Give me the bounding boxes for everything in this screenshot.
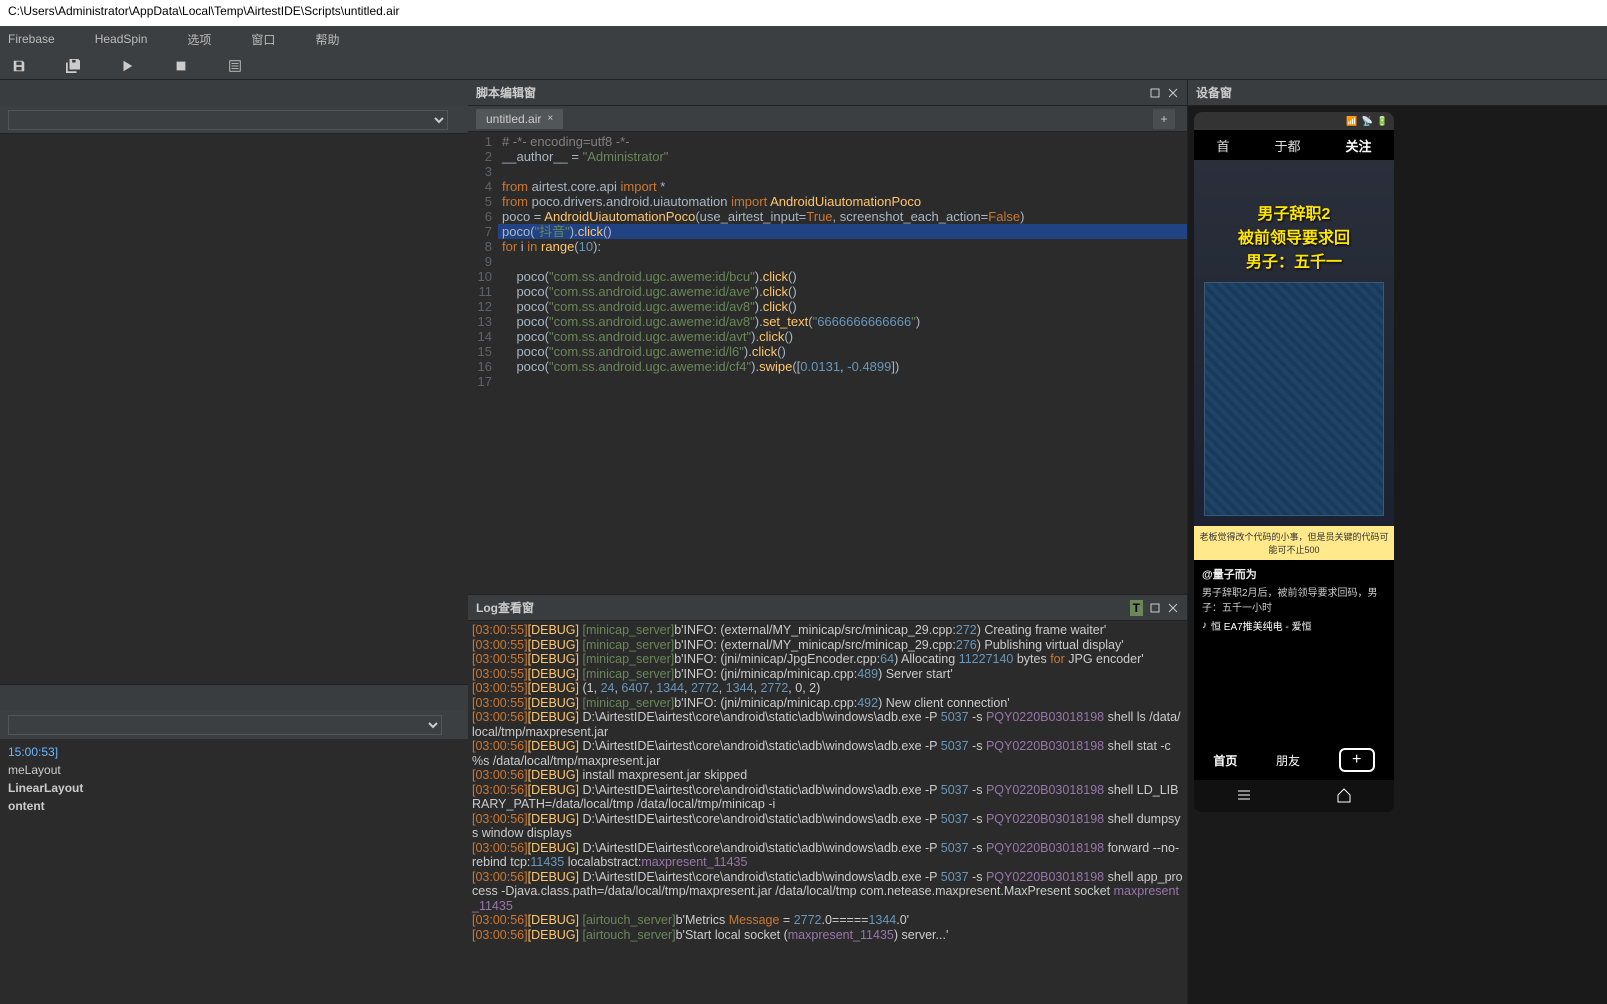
video-music[interactable]: ♪ 恒 EA7推美纯电 - 爱恒 bbox=[1202, 618, 1386, 633]
menu-options[interactable]: 选项 bbox=[187, 31, 211, 48]
log-panel-title: Log查看窗 bbox=[476, 599, 534, 616]
code-editor[interactable]: 1234567891011121314151617 # -*- encoding… bbox=[468, 132, 1187, 594]
phone-screen[interactable]: 📶 📡 🔋 首 于都 关注 男子辞职2 被前领导要求回 男子：五千一 bbox=[1194, 112, 1394, 812]
right-column: 设备窗 📶 📡 🔋 首 于都 关注 男子辞职2 被前领导要求回 bbox=[1187, 80, 1607, 1004]
menubar: Firebase HeadSpin 选项 窗口 帮助 bbox=[0, 26, 1607, 52]
report-icon[interactable] bbox=[228, 59, 242, 73]
stop-icon[interactable] bbox=[174, 59, 188, 73]
editor-tab[interactable]: untitled.air × bbox=[476, 109, 563, 129]
left-column: 15:00:53] meLayout LinearLayout ontent bbox=[0, 80, 468, 1004]
video-description: 男子辞职2月后，被前领导要求回码，男子：五千一小时 bbox=[1202, 584, 1386, 614]
window-titlebar: C:\Users\Administrator\AppData\Local\Tem… bbox=[0, 0, 1607, 26]
tree-node[interactable]: ontent bbox=[0, 797, 468, 815]
restore-icon[interactable] bbox=[1149, 602, 1161, 614]
log-panel-header: Log查看窗 T bbox=[468, 595, 1187, 621]
nav-home[interactable]: 首页 bbox=[1213, 752, 1237, 769]
signal-icon: 📶 bbox=[1346, 116, 1357, 127]
filter-icon[interactable]: T bbox=[1130, 600, 1143, 616]
window-title: C:\Users\Administrator\AppData\Local\Tem… bbox=[8, 4, 399, 18]
tree-timestamp: 15:00:53] bbox=[0, 743, 468, 761]
device-panel-header: 设备窗 bbox=[1188, 80, 1607, 106]
nav-post-button[interactable]: + bbox=[1339, 748, 1375, 772]
music-note-icon: ♪ bbox=[1202, 620, 1207, 631]
save-all-icon[interactable] bbox=[66, 59, 80, 73]
wifi-icon: 📡 bbox=[1362, 116, 1373, 127]
menu-help[interactable]: 帮助 bbox=[315, 31, 339, 48]
left-bottom-header bbox=[0, 685, 468, 711]
tab-follow[interactable]: 关注 bbox=[1345, 136, 1371, 155]
left-top-selector-row bbox=[0, 106, 468, 134]
editor-tabbar: untitled.air × + bbox=[468, 106, 1187, 132]
video-meta: @量子而为 男子辞职2月后，被前领导要求回码，男子：五千一小时 ♪ 恒 EA7推… bbox=[1194, 560, 1394, 639]
tab-close-icon[interactable]: × bbox=[547, 113, 553, 124]
log-panel: Log查看窗 T [03:00:55][DEBUG] [minicap_serv… bbox=[468, 594, 1187, 1004]
log-output[interactable]: [03:00:55][DEBUG] [minicap_server]b'INFO… bbox=[468, 621, 1187, 1004]
phone-bottom-nav: 首页 朋友 + bbox=[1194, 740, 1394, 780]
home-icon[interactable] bbox=[1335, 786, 1353, 807]
tab-label: untitled.air bbox=[486, 112, 541, 126]
video-headline: 男子辞职2 被前领导要求回 男子：五千一 bbox=[1194, 200, 1394, 272]
middle-column: 脚本编辑窗 untitled.air × + 12345678910111213… bbox=[468, 80, 1187, 1004]
device-panel-title: 设备窗 bbox=[1196, 84, 1232, 101]
left-top-header bbox=[0, 80, 468, 106]
close-icon[interactable] bbox=[1167, 602, 1179, 614]
hierarchy-dropdown[interactable] bbox=[8, 715, 442, 735]
video-caption: 老板觉得改个代码的小事，但是员关键的代码可能可不止500 bbox=[1194, 526, 1394, 560]
tree-node[interactable]: meLayout bbox=[0, 761, 468, 779]
toolbar bbox=[0, 52, 1607, 80]
battery-icon: 🔋 bbox=[1377, 116, 1388, 127]
restore-icon[interactable] bbox=[1149, 87, 1161, 99]
video-area[interactable]: 男子辞职2 被前领导要求回 男子：五千一 老板觉得改个代码的小事，但是员关键的代… bbox=[1194, 160, 1394, 560]
left-bottom-selector-row bbox=[0, 711, 468, 739]
left-panel-top bbox=[0, 80, 468, 684]
left-panel-bottom: 15:00:53] meLayout LinearLayout ontent bbox=[0, 684, 468, 1004]
hierarchy-tree[interactable]: 15:00:53] meLayout LinearLayout ontent bbox=[0, 739, 468, 815]
phone-system-nav bbox=[1194, 780, 1394, 812]
new-tab-button[interactable]: + bbox=[1153, 109, 1175, 129]
menu-firebase[interactable]: Firebase bbox=[8, 32, 55, 46]
menu-window[interactable]: 窗口 bbox=[251, 31, 275, 48]
main-area: 15:00:53] meLayout LinearLayout ontent 脚… bbox=[0, 80, 1607, 1004]
line-gutter: 1234567891011121314151617 bbox=[468, 134, 498, 594]
tab-city[interactable]: 于都 bbox=[1274, 136, 1300, 155]
menu-icon[interactable] bbox=[1235, 786, 1253, 807]
tree-node[interactable]: LinearLayout bbox=[0, 779, 468, 797]
save-icon[interactable] bbox=[12, 59, 26, 73]
script-panel-title: 脚本编辑窗 bbox=[476, 84, 536, 101]
menu-headspin[interactable]: HeadSpin bbox=[95, 32, 148, 46]
nav-friends[interactable]: 朋友 bbox=[1276, 752, 1300, 769]
phone-top-tabs: 首 于都 关注 bbox=[1194, 130, 1394, 160]
close-icon[interactable] bbox=[1167, 87, 1179, 99]
tab-home[interactable]: 首 bbox=[1216, 136, 1229, 155]
code-area[interactable]: # -*- encoding=utf8 -*-__author__ = "Adm… bbox=[498, 134, 1187, 594]
phone-statusbar: 📶 📡 🔋 bbox=[1194, 112, 1394, 130]
run-icon[interactable] bbox=[120, 59, 134, 73]
device-viewport[interactable]: 📶 📡 🔋 首 于都 关注 男子辞职2 被前领导要求回 男子：五千一 bbox=[1188, 106, 1607, 1004]
selector-dropdown[interactable] bbox=[8, 110, 448, 130]
video-author[interactable]: @量子而为 bbox=[1202, 566, 1386, 582]
script-panel-header: 脚本编辑窗 bbox=[468, 80, 1187, 106]
video-thumbnail bbox=[1204, 282, 1384, 516]
